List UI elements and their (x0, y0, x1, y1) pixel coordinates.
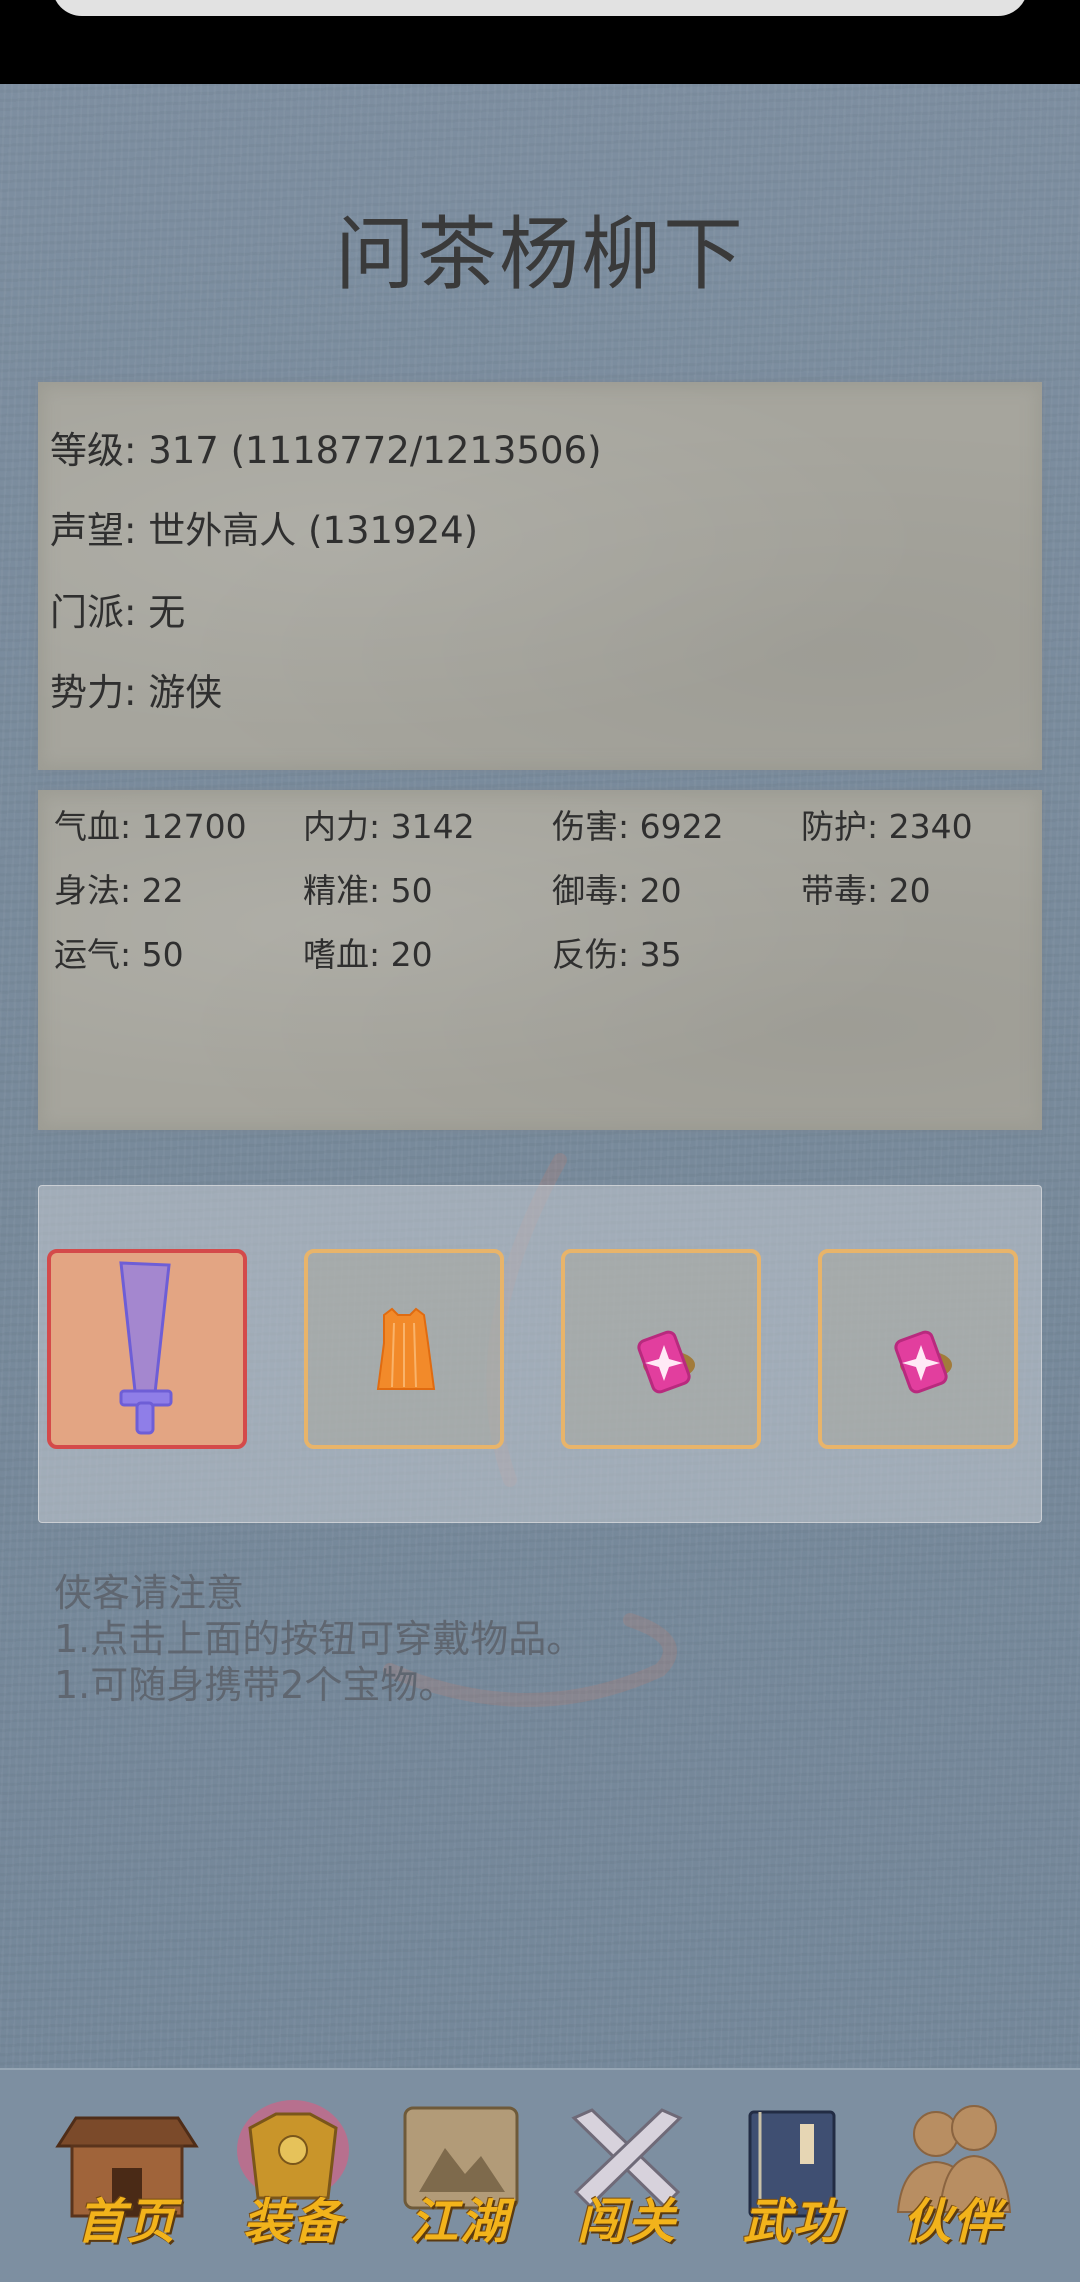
nav-home[interactable]: 首页 (52, 2088, 202, 2264)
treasure-gem-icon (894, 1330, 952, 1394)
nav-equipment[interactable]: 装备 (218, 2088, 368, 2264)
stat-damage: 伤害: 6922 (552, 807, 724, 846)
sword-icon (119, 1261, 173, 1435)
notice-line-1: 1.点击上面的按钮可穿戴物品。 (54, 1617, 585, 1661)
sect-text: 门派: 无 (50, 591, 186, 634)
nav-challenge[interactable]: 闯关 (552, 2088, 702, 2264)
stat-reflect: 反伤: 35 (552, 935, 682, 974)
system-top-bar (0, 0, 1080, 84)
stat-poison: 带毒: 20 (801, 871, 931, 910)
nav-martial-arts[interactable]: 武功 (718, 2088, 868, 2264)
treasure-gem-icon (637, 1330, 695, 1394)
nav-partners[interactable]: 伙伴 (878, 2088, 1028, 2264)
stat-hp: 气血: 12700 (54, 807, 247, 846)
nav-equipment-label: 装备 (242, 2194, 343, 2250)
stat-lifesteal: 嗜血: 20 (303, 935, 433, 974)
nav-jianghu-label: 江湖 (409, 2194, 510, 2250)
bottom-navigation: 首页 装备 江湖 闯关 武功 伙伴 (0, 2068, 1080, 2282)
armor-robe-icon (376, 1307, 436, 1390)
stat-agility: 身法: 22 (54, 871, 184, 910)
notice-line-2: 1.可随身携带2个宝物。 (54, 1663, 457, 1707)
nav-challenge-label: 闯关 (576, 2194, 677, 2250)
equipment-slot-armor[interactable] (304, 1249, 504, 1449)
stat-defense: 防护: 2340 (801, 807, 973, 846)
stat-inner-power: 内力: 3142 (303, 807, 475, 846)
nav-partners-label: 伙伴 (902, 2194, 1003, 2250)
stat-luck: 运气: 50 (54, 935, 184, 974)
equipment-slot-weapon[interactable] (47, 1249, 247, 1449)
stat-accuracy: 精准: 50 (303, 871, 433, 910)
stat-poison-resist: 御毒: 20 (552, 871, 682, 910)
attribute-stats-panel: 气血: 12700 内力: 3142 伤害: 6922 防护: 2340 身法:… (38, 790, 1042, 1130)
notice-title: 侠客请注意 (54, 1571, 245, 1615)
prestige-text: 声望: 世外高人 (131924) (50, 509, 479, 552)
character-info-panel: 等级: 317 (1118772/1213506) 声望: 世外高人 (1319… (38, 382, 1042, 770)
faction-text: 势力: 游侠 (50, 671, 223, 714)
equipment-bar (38, 1185, 1042, 1523)
nav-jianghu[interactable]: 江湖 (385, 2088, 535, 2264)
top-pill (52, 0, 1028, 16)
level-text: 等级: 317 (1118772/1213506) (50, 429, 602, 472)
nav-martial-arts-label: 武功 (742, 2194, 843, 2250)
nav-home-label: 首页 (76, 2194, 177, 2250)
equipment-slot-treasure-2[interactable] (818, 1249, 1018, 1449)
equipment-slot-treasure-1[interactable] (561, 1249, 761, 1449)
character-name: 问茶杨柳下 (335, 208, 745, 301)
notice-text: 侠客请注意 1.点击上面的按钮可穿戴物品。 1.可随身携带2个宝物。 (54, 1570, 584, 1708)
